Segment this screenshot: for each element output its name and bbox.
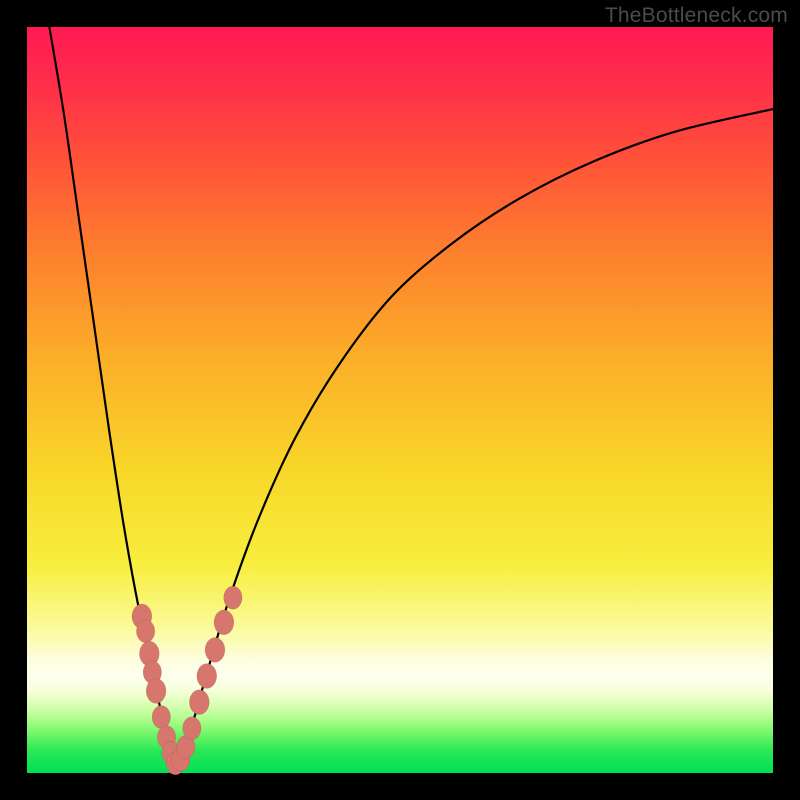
curve-marker (183, 717, 201, 740)
curve-markers (132, 586, 242, 775)
curve-marker (189, 690, 209, 715)
watermark-text: TheBottleneck.com (605, 4, 788, 28)
curve-marker (146, 679, 166, 704)
curve-layer (27, 27, 773, 773)
curve-marker (197, 664, 217, 689)
curve-marker (136, 620, 154, 643)
curve-marker (224, 586, 242, 609)
curve-marker (205, 638, 225, 663)
plot-area (27, 27, 773, 773)
curve-marker (214, 610, 234, 635)
curve-marker (152, 706, 170, 729)
chart-frame: TheBottleneck.com (0, 0, 800, 800)
